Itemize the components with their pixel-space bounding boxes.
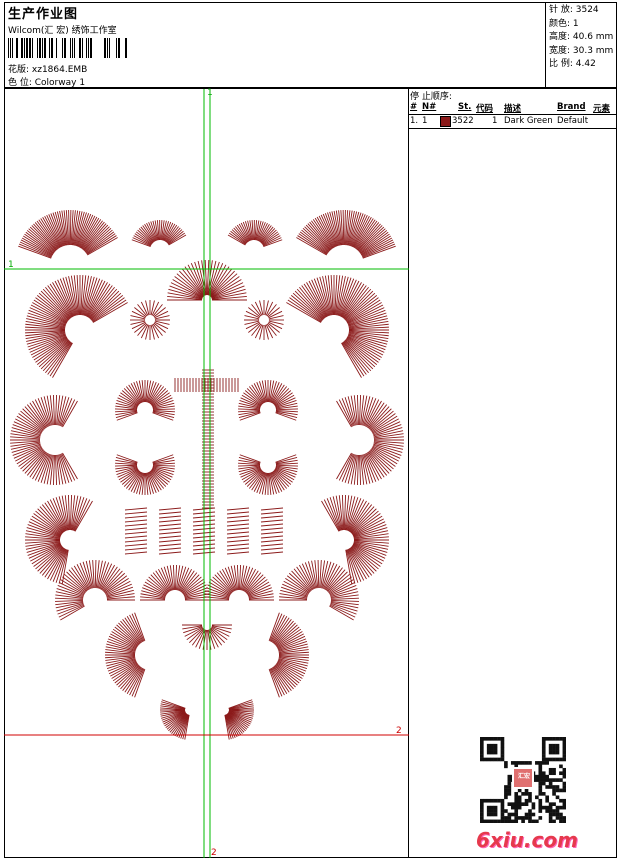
marker-top-1: 1 xyxy=(207,88,213,98)
marker-right-2: 2 xyxy=(396,726,402,736)
marker-bottom-2: 2 xyxy=(211,848,217,858)
embroidery-artwork xyxy=(4,89,409,858)
stamp-text: 汇宏 xyxy=(517,773,530,780)
qr-code xyxy=(480,737,566,823)
watermark-site: 6xiu.com xyxy=(476,828,578,852)
marker-left-1: 1 xyxy=(8,260,14,270)
